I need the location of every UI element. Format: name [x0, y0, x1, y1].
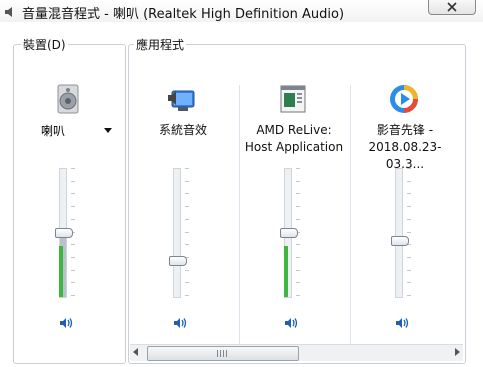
- speaker-icon: [174, 318, 187, 328]
- tick-mark: [407, 168, 411, 169]
- peak-meter: [284, 246, 288, 297]
- applications-group-label: 應用程式: [134, 36, 187, 53]
- tick-mark: [407, 232, 411, 233]
- volume-thumb[interactable]: [280, 228, 298, 238]
- speaker-icon: [285, 318, 298, 328]
- device-group: 裝置(D) 喇叭: [13, 36, 126, 364]
- tick-mark: [296, 193, 300, 194]
- tick-mark: [185, 168, 189, 169]
- tick-mark: [296, 168, 300, 169]
- tick-mark: [185, 219, 189, 220]
- app-channel-system-sounds: 系統音效: [129, 83, 237, 353]
- app-volume-slider[interactable]: [391, 168, 417, 298]
- tick-mark: [407, 295, 411, 296]
- volume-track: [395, 168, 403, 298]
- tick-mark: [296, 244, 300, 245]
- tick-mark: [407, 219, 411, 220]
- scrollbar-thumb[interactable]: [147, 346, 299, 361]
- scroll-right-arrow-icon[interactable]: [455, 348, 460, 356]
- grip-line: [217, 350, 218, 357]
- device-volume-slider[interactable]: [55, 168, 81, 298]
- mute-app-button[interactable]: [173, 315, 189, 329]
- app-name: 影音先锋 - 2018.08.23-03.3...: [368, 123, 442, 171]
- tick-mark: [71, 295, 75, 296]
- scroll-left-arrow-icon[interactable]: [133, 348, 138, 356]
- tick-mark: [71, 282, 75, 283]
- tick-mark: [71, 206, 75, 207]
- window-title: 音量混音程式 - 喇叭 (Realtek High Definition Aud…: [22, 7, 345, 22]
- device-name: 喇叭: [41, 124, 66, 138]
- chevron-down-icon[interactable]: [104, 128, 112, 133]
- mixer-content: 裝置(D) 喇叭 應用程式 系統音效 AMD ReLive: Host Appl…: [0, 22, 483, 367]
- media-player-app-icon[interactable]: [388, 83, 420, 115]
- app-volume-slider[interactable]: [280, 168, 306, 298]
- tick-mark: [296, 282, 300, 283]
- tick-mark: [407, 181, 411, 182]
- tick-mark: [71, 193, 75, 194]
- tick-mark: [71, 270, 75, 271]
- tick-mark: [185, 270, 189, 271]
- horizontal-scrollbar[interactable]: [130, 344, 463, 361]
- tick-mark: [185, 232, 189, 233]
- tick-mark: [407, 193, 411, 194]
- applications-group: 應用程式 系統音效 AMD ReLive: Host Application 影…: [128, 36, 466, 364]
- tick-mark: [407, 257, 411, 258]
- tick-mark: [71, 181, 75, 182]
- close-button[interactable]: [428, 0, 476, 15]
- app-name: 系統音效: [158, 123, 207, 137]
- tick-mark: [296, 270, 300, 271]
- speaker-device-icon[interactable]: [52, 83, 84, 115]
- tick-mark: [71, 257, 75, 258]
- mute-device-button[interactable]: [59, 315, 75, 329]
- volume-mixer-window: 音量混音程式 - 喇叭 (Realtek High Definition Aud…: [0, 0, 483, 367]
- app-channel-amd-relive: AMD ReLive: Host Application: [240, 83, 348, 353]
- app-volume-slider[interactable]: [169, 168, 195, 298]
- app-name: AMD ReLive: Host Application: [244, 123, 344, 154]
- peak-meter: [59, 246, 63, 297]
- tick-mark: [185, 282, 189, 283]
- tick-mark: [71, 168, 75, 169]
- tick-mark: [407, 270, 411, 271]
- system-sounds-icon[interactable]: [166, 83, 198, 115]
- volume-thumb[interactable]: [391, 236, 409, 246]
- tick-mark: [185, 193, 189, 194]
- grip-line: [223, 350, 224, 357]
- tick-mark: [185, 295, 189, 296]
- tick-mark: [296, 295, 300, 296]
- speaker-icon: [60, 318, 73, 328]
- tick-mark: [296, 181, 300, 182]
- volume-thumb[interactable]: [169, 256, 187, 266]
- close-icon: [447, 2, 457, 12]
- device-channel: 喇叭: [15, 83, 123, 353]
- mute-app-button[interactable]: [284, 315, 300, 329]
- tick-mark: [185, 206, 189, 207]
- volume-thumb[interactable]: [55, 228, 73, 238]
- speaker-icon: [396, 318, 409, 328]
- tick-mark: [296, 206, 300, 207]
- tick-mark: [296, 219, 300, 220]
- tick-mark: [185, 181, 189, 182]
- tick-mark: [407, 282, 411, 283]
- grip-line: [226, 350, 227, 357]
- tick-mark: [185, 244, 189, 245]
- title-bar[interactable]: 音量混音程式 - 喇叭 (Realtek High Definition Aud…: [0, 0, 483, 22]
- volume-ticks: [407, 168, 411, 296]
- tick-mark: [71, 219, 75, 220]
- grip-line: [220, 350, 221, 357]
- volume-ticks: [185, 168, 189, 296]
- volume-track: [173, 168, 181, 298]
- mute-app-button[interactable]: [395, 315, 411, 329]
- app-channel-media-player: 影音先锋 - 2018.08.23-03.3...: [351, 83, 459, 353]
- amd-relive-app-icon[interactable]: [277, 83, 309, 115]
- speaker-title-icon: [4, 4, 18, 18]
- tick-mark: [296, 257, 300, 258]
- tick-mark: [407, 206, 411, 207]
- device-group-label: 裝置(D): [21, 36, 68, 53]
- tick-mark: [71, 244, 75, 245]
